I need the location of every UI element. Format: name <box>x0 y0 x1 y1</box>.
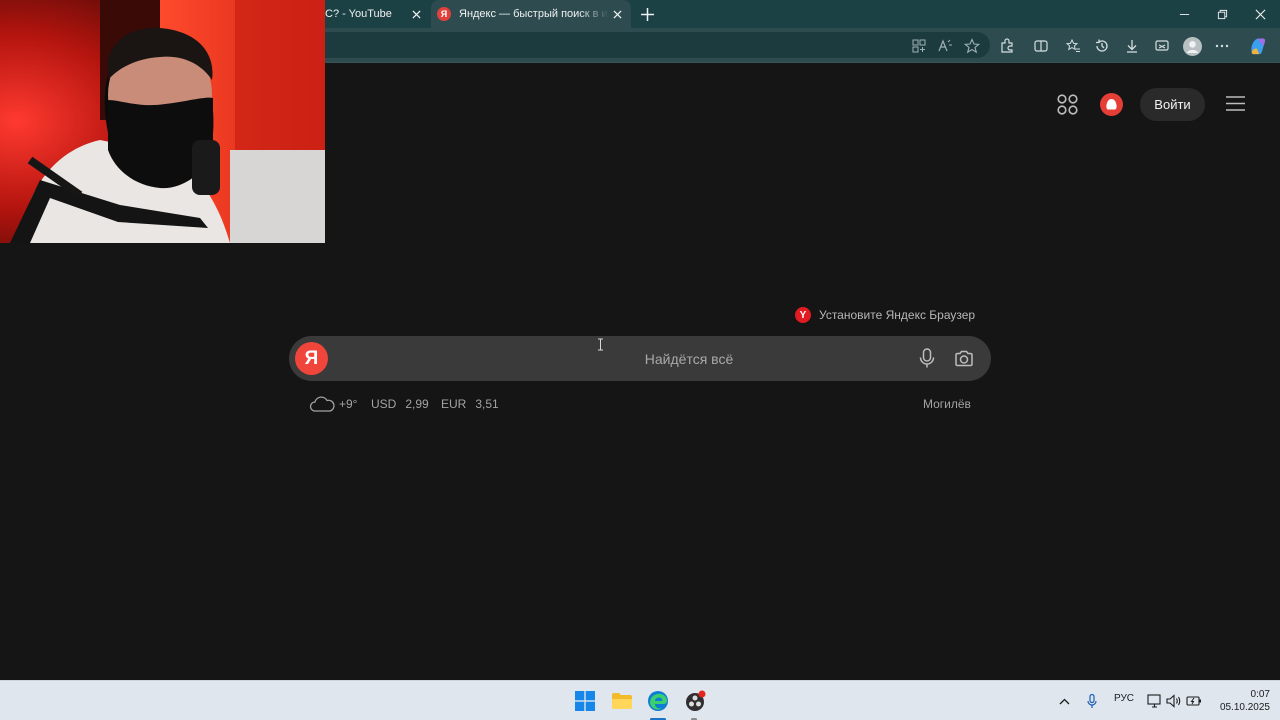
history-icon[interactable] <box>1090 34 1114 58</box>
edge-browser-button[interactable] <box>645 689 671 713</box>
volume-button[interactable] <box>1164 689 1184 713</box>
tab-title: Яндекс — быстрый поиск в инте <box>459 8 609 20</box>
read-aloud-icon[interactable] <box>933 34 957 58</box>
close-window-button[interactable] <box>1241 0 1279 28</box>
tab-youtube[interactable]: C? - YouTube <box>325 0 430 28</box>
hamburger-menu-icon[interactable] <box>1225 95 1246 112</box>
tab-title: C? - YouTube <box>325 8 392 20</box>
new-tab-button[interactable] <box>637 4 657 24</box>
battery-charging-icon <box>1186 696 1201 706</box>
currency-eur[interactable]: EUR 3,51 <box>441 395 499 413</box>
clock-date: 05.10.2025 <box>1219 702 1270 713</box>
screenshot-icon[interactable] <box>1150 34 1174 58</box>
city-link[interactable]: Могилёв <box>923 395 971 413</box>
currency-usd[interactable]: USD 2,99 <box>371 395 429 413</box>
extensions-icon[interactable] <box>995 34 1019 58</box>
file-explorer-button[interactable] <box>609 689 635 713</box>
system-clock[interactable]: 0:07 05.10.2025 <box>1212 688 1270 714</box>
search-input[interactable] <box>339 336 939 381</box>
obs-studio-button[interactable] <box>682 689 708 713</box>
battery-button[interactable] <box>1184 689 1204 713</box>
microphone-tray-icon <box>1087 693 1097 708</box>
network-monitor-icon <box>1147 694 1161 708</box>
yandex-favicon-icon: Я <box>437 7 451 21</box>
more-menu-icon[interactable] <box>1210 34 1234 58</box>
windows-logo-icon <box>575 691 595 711</box>
downloads-icon[interactable] <box>1120 34 1144 58</box>
start-button[interactable] <box>572 689 598 713</box>
yandex-browser-icon: Y <box>795 307 811 323</box>
microphone-tray-button[interactable] <box>1082 689 1102 713</box>
currency-value: 2,99 <box>405 397 429 411</box>
show-hidden-icons-button[interactable] <box>1054 689 1074 713</box>
weather-widget[interactable]: +9° <box>309 395 357 413</box>
alice-assistant-icon[interactable] <box>1100 93 1123 116</box>
webcam-overlay <box>0 0 325 243</box>
search-box: Я <box>289 336 991 381</box>
weather-temperature: +9° <box>339 397 358 411</box>
favorites-icon[interactable] <box>1061 34 1085 58</box>
close-tab-icon[interactable] <box>609 6 625 22</box>
text-cursor-icon <box>598 338 603 351</box>
network-button[interactable] <box>1145 689 1165 713</box>
split-screen-icon[interactable] <box>1029 34 1053 58</box>
cloud-weather-icon <box>309 396 335 412</box>
yandex-logo[interactable]: Я <box>295 342 328 375</box>
input-language-indicator[interactable]: РУС <box>1114 693 1134 704</box>
microphone-icon[interactable] <box>916 347 938 369</box>
currency-value: 3,51 <box>475 397 499 411</box>
restore-icon <box>1217 9 1227 19</box>
plus-icon <box>640 7 654 21</box>
image-search-camera-icon[interactable] <box>952 347 976 371</box>
minimize-button[interactable] <box>1165 0 1203 28</box>
windows-taskbar: РУС 0:07 05.10.2025 <box>0 680 1280 720</box>
obs-icon <box>686 690 706 711</box>
close-icon <box>1255 9 1265 19</box>
profile-avatar-icon[interactable] <box>1180 34 1204 58</box>
currency-code: USD <box>371 397 397 411</box>
clock-time: 0:07 <box>1250 689 1270 700</box>
install-browser-link[interactable]: Y Установите Яндекс Браузер <box>795 307 975 323</box>
app-available-icon[interactable] <box>907 34 931 58</box>
favorite-star-icon[interactable] <box>960 34 984 58</box>
login-button[interactable]: Войти <box>1140 88 1205 121</box>
edge-browser-icon <box>648 691 668 711</box>
copilot-icon[interactable] <box>1246 34 1270 58</box>
tab-yandex[interactable]: Я Яндекс — быстрый поиск в инте <box>431 0 631 28</box>
close-tab-icon[interactable] <box>408 6 424 22</box>
speaker-icon <box>1166 694 1181 708</box>
folder-icon <box>612 693 632 709</box>
chevron-up-icon <box>1059 698 1069 704</box>
services-grid-icon[interactable] <box>1057 94 1078 115</box>
minimize-icon <box>1179 13 1189 15</box>
install-browser-label: Установите Яндекс Браузер <box>819 308 976 322</box>
restore-button[interactable] <box>1203 0 1241 28</box>
currency-code: EUR <box>441 397 467 411</box>
